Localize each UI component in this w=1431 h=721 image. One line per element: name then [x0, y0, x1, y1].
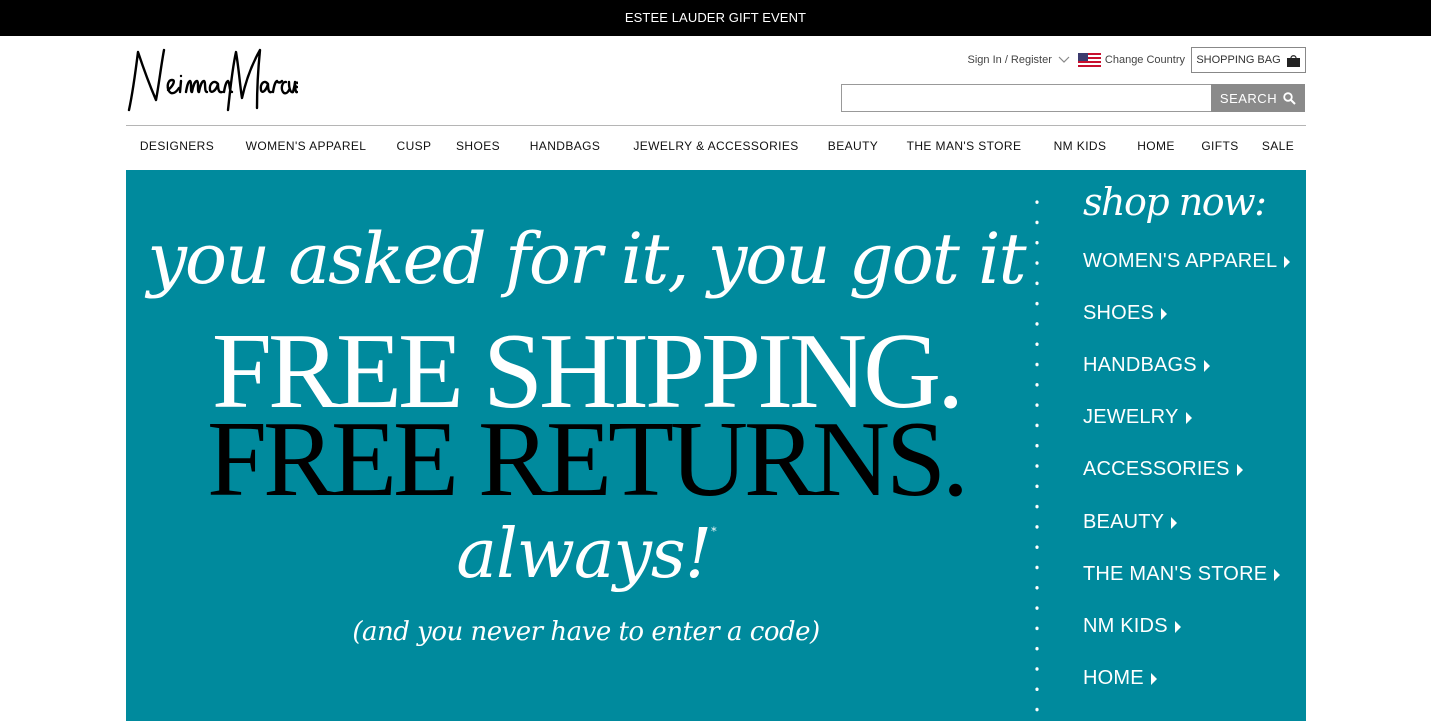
arrow-right-icon — [1185, 411, 1192, 424]
shop-link-handbags[interactable]: HANDBAGS — [1083, 354, 1210, 377]
sign-in-register-link[interactable]: Sign In / Register — [968, 54, 1070, 66]
shop-link-label: JEWELRY — [1083, 406, 1179, 428]
arrow-right-icon — [1161, 307, 1168, 320]
hero-asterisk: * — [711, 525, 716, 538]
nav-item-cusp[interactable]: CUSP — [397, 126, 432, 166]
shop-link-label: NM KIDS — [1083, 615, 1168, 637]
shopping-bag-button[interactable]: SHOPPING BAG — [1191, 47, 1306, 73]
neiman-marcus-logo[interactable] — [126, 46, 298, 114]
shop-link-accessories[interactable]: ACCESSORIES — [1083, 458, 1243, 481]
shop-link-womens-apparel[interactable]: WOMEN'S APPAREL — [1083, 250, 1291, 273]
chevron-down-icon — [1058, 56, 1070, 63]
nav-item-designers[interactable]: DESIGNERS — [140, 126, 214, 166]
shop-link-nm-kids[interactable]: NM KIDS — [1083, 615, 1181, 638]
arrow-right-icon — [1171, 516, 1178, 529]
change-country-link[interactable]: Change Country — [1077, 53, 1185, 67]
us-flag-icon — [1077, 53, 1101, 67]
main-nav: DESIGNERS WOMEN'S APPAREL CUSP SHOES HAN… — [126, 126, 1306, 170]
hero-tagline: you asked for it, you got it — [147, 218, 1026, 300]
shopping-bag-label: SHOPPING BAG — [1196, 54, 1281, 66]
hero-free-returns-heading: FREE RETURNS. — [206, 400, 969, 519]
nav-item-beauty[interactable]: BEAUTY — [828, 126, 878, 166]
search-icon — [1283, 91, 1296, 105]
arrow-right-icon — [1274, 568, 1281, 581]
nav-item-home[interactable]: HOME — [1137, 126, 1175, 166]
shop-link-label: SHOES — [1083, 302, 1155, 324]
shop-link-beauty[interactable]: BEAUTY — [1083, 511, 1178, 534]
hero-banner[interactable]: you asked for it, you got it FREE SHIPPI… — [126, 170, 1306, 721]
arrow-right-icon — [1236, 463, 1243, 476]
shop-link-label: ACCESSORIES — [1083, 458, 1230, 480]
shop-now-heading: shop now: — [1083, 180, 1267, 224]
nav-item-shoes[interactable]: SHOES — [456, 126, 500, 166]
nav-item-sale[interactable]: SALE — [1262, 126, 1294, 166]
shop-link-shoes[interactable]: SHOES — [1083, 302, 1168, 325]
search-button[interactable]: SEARCH — [1211, 84, 1305, 112]
hero-no-code-text: (and you never have to enter a code) — [352, 617, 820, 647]
arrow-right-icon — [1150, 672, 1157, 685]
shop-link-label: BEAUTY — [1083, 511, 1165, 533]
arrow-right-icon — [1174, 620, 1181, 633]
shop-link-home[interactable]: HOME — [1083, 667, 1157, 690]
search-input[interactable] — [841, 84, 1212, 112]
dotted-divider — [1034, 192, 1040, 712]
nav-item-the-mans-store[interactable]: THE MAN'S STORE — [907, 126, 1022, 166]
nav-item-handbags[interactable]: HANDBAGS — [530, 126, 601, 166]
nav-item-womens-apparel[interactable]: WOMEN'S APPAREL — [246, 126, 367, 166]
nav-item-gifts[interactable]: GIFTS — [1201, 126, 1238, 166]
shopping-bag-icon — [1286, 54, 1300, 67]
hero-always-word: always! — [456, 515, 712, 594]
account-row: Sign In / Register Change Country SHOPPI… — [968, 47, 1306, 73]
shop-link-jewelry[interactable]: JEWELRY — [1083, 406, 1192, 429]
nav-item-jewelry-accessories[interactable]: JEWELRY & ACCESSORIES — [633, 126, 798, 166]
shop-link-the-mans-store[interactable]: THE MAN'S STORE — [1083, 563, 1281, 586]
arrow-right-icon — [1284, 255, 1291, 268]
arrow-right-icon — [1203, 359, 1210, 372]
nav-item-nm-kids[interactable]: NM KIDS — [1054, 126, 1107, 166]
promo-bar: ESTEE LAUDER GIFT EVENT — [0, 0, 1431, 36]
sign-in-register-label: Sign In / Register — [967, 54, 1052, 66]
promo-bar-link[interactable]: ESTEE LAUDER GIFT EVENT — [625, 10, 806, 25]
shop-link-label: HOME — [1083, 667, 1144, 689]
search-button-label: SEARCH — [1219, 90, 1278, 106]
shop-link-label: HANDBAGS — [1083, 354, 1197, 376]
hero-always-text: always!* — [126, 515, 1046, 594]
shop-link-label: WOMEN'S APPAREL — [1083, 250, 1278, 272]
change-country-label: Change Country — [1104, 54, 1185, 66]
shop-link-label: THE MAN'S STORE — [1083, 563, 1268, 585]
